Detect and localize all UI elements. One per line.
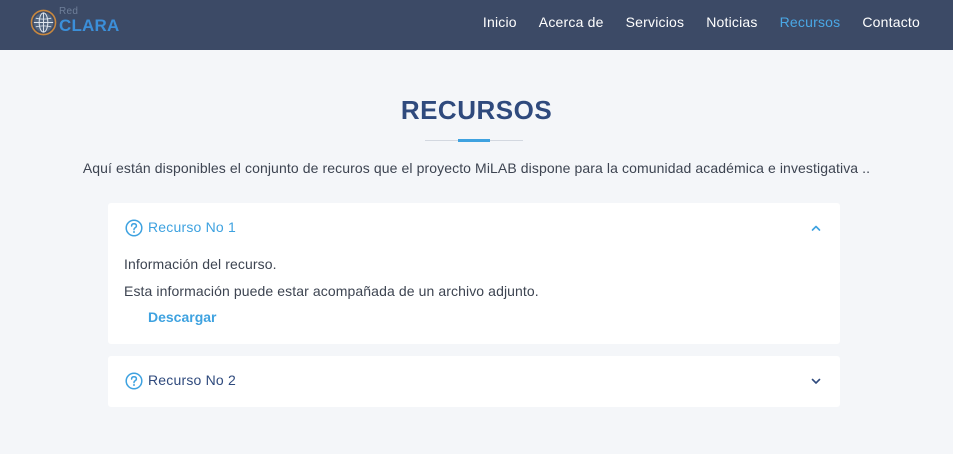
- globe-logo-icon: [30, 9, 57, 35]
- page-title: RECURSOS: [400, 95, 553, 125]
- accordion-header-2[interactable]: Recurso No 2: [108, 356, 840, 406]
- logo-main-text: CLARA: [59, 16, 120, 35]
- accordion-item-2: Recurso No 2: [108, 356, 840, 407]
- download-link[interactable]: Descargar: [148, 309, 217, 325]
- resource-info-text: Información del recurso.: [124, 256, 277, 272]
- question-circle-icon: [125, 372, 143, 390]
- logo-text: Red CLARA: [59, 6, 129, 37]
- nav-item-recursos[interactable]: Recursos: [780, 14, 841, 30]
- question-circle-icon: [125, 219, 143, 237]
- accordion-title-1: Recurso No 1: [148, 219, 236, 235]
- chevron-up-icon[interactable]: [810, 222, 822, 234]
- nav-item-inicio[interactable]: Inicio: [483, 14, 517, 30]
- accordion-title-2: Recurso No 2: [148, 372, 236, 388]
- site-header: Red CLARA Inicio Acerca de Servicios Not…: [0, 0, 953, 50]
- chevron-down-icon[interactable]: [810, 375, 822, 387]
- nav-item-contacto[interactable]: Contacto: [862, 14, 920, 30]
- nav-item-acerca-de[interactable]: Acerca de: [539, 14, 604, 30]
- logo[interactable]: Red CLARA: [30, 6, 129, 37]
- intro-text: Aquí están disponibles el conjunto de re…: [82, 160, 871, 176]
- nav-item-noticias[interactable]: Noticias: [706, 14, 757, 30]
- main-nav: Inicio Acerca de Servicios Noticias Recu…: [461, 0, 920, 43]
- accordion-item-1: Recurso No 1 Información del recurso. Es…: [108, 203, 840, 344]
- title-accent-bar: [458, 139, 490, 142]
- nav-item-servicios[interactable]: Servicios: [626, 14, 685, 30]
- resource-attachment-text: Esta información puede estar acompañada …: [124, 283, 539, 299]
- accordion-header-1[interactable]: Recurso No 1: [108, 203, 840, 253]
